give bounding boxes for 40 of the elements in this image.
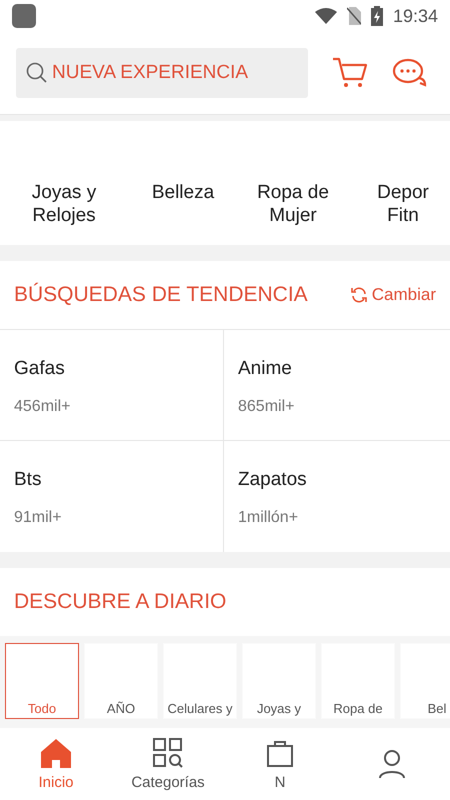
no-sim-icon [346,7,361,25]
battery-icon [370,6,383,26]
category-tab[interactable]: AÑO [84,643,158,719]
category-label[interactable]: Belleza [128,181,238,227]
section-title: BÚSQUEDAS DE TENDENCIA [14,283,308,307]
category-label[interactable]: Joyas y Relojes [0,181,128,227]
trend-term: Gafas [14,358,66,380]
clock: 19:34 [392,6,438,26]
trend-item[interactable]: Bts 91mil+ [0,441,224,552]
wifi-icon [314,8,337,24]
trend-term: Bts [14,469,42,491]
trend-item[interactable]: Anime 865mil+ [224,330,450,441]
cart-icon[interactable] [332,57,368,89]
category-tab[interactable]: Ropa de [321,643,395,719]
search-count: 456mil+ [14,398,72,416]
nav-tab[interactable]: Inicio [0,728,112,800]
trend-term: Zapatos [238,469,308,491]
category-tab[interactable]: Bel [400,643,450,719]
trend-item[interactable]: Gafas 456mil+ [0,330,224,441]
search-count: 91mil+ [14,509,63,527]
category-tab[interactable]: Joyas y [242,643,316,719]
category-tab[interactable]: Todo [5,643,79,719]
trend-term: Anime [238,358,293,380]
change-button[interactable]: Cambiar [350,285,436,305]
search-count: 1millón+ [238,509,300,527]
search-icon [26,62,48,84]
search-count: 865mil+ [238,398,296,416]
home-icon [40,738,72,768]
category-label[interactable]: Depor Fitn [348,181,450,227]
refresh-icon [350,286,368,304]
category-label[interactable]: Ropa de Mujer [238,181,348,227]
person-icon [379,749,405,779]
chat-icon[interactable] [392,57,428,89]
nav-tab[interactable]: Categorías [112,728,224,800]
section-title: DESCUBRE A DIARIO [14,590,226,614]
category-tab[interactable]: Celulares y [163,643,237,719]
nav-tab[interactable]: N [224,728,336,800]
categories-icon [153,738,183,768]
trend-item[interactable]: Zapatos 1millón+ [224,441,450,552]
app-icon [12,4,36,28]
